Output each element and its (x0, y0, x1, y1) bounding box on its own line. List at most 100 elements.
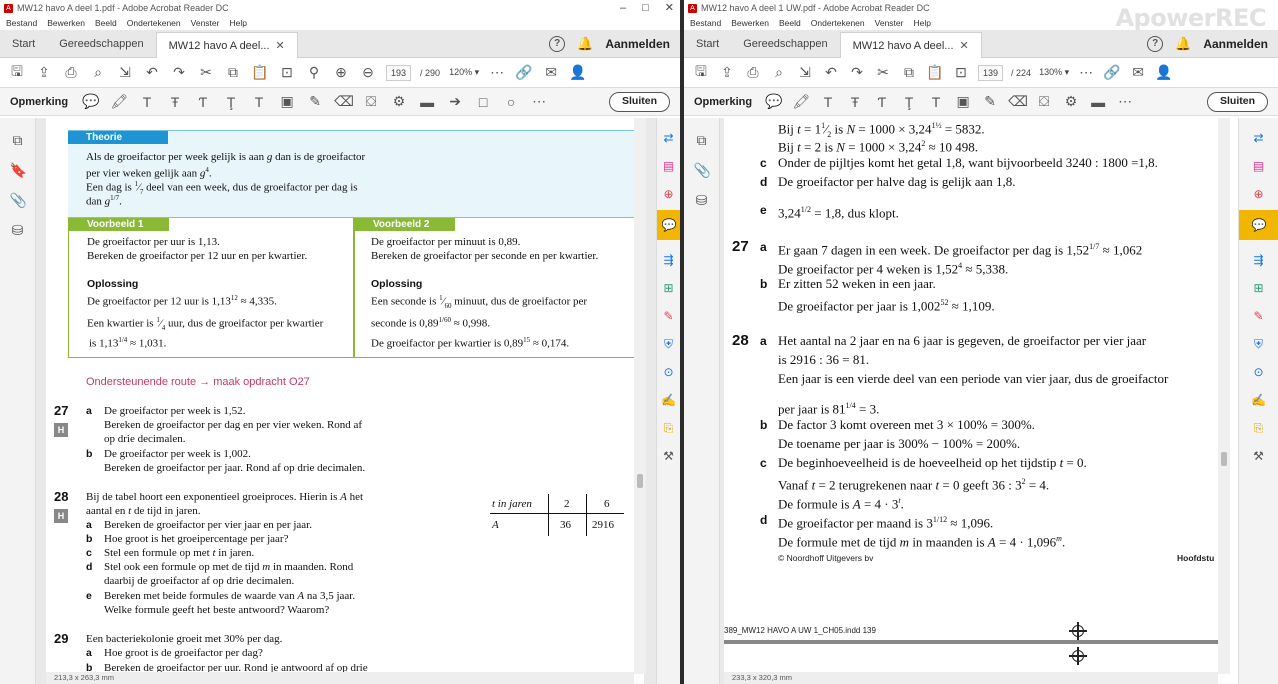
menu-beeld[interactable]: Beeld (95, 18, 117, 28)
line-icon[interactable]: ▬ (1089, 94, 1107, 110)
sticky-note-icon[interactable]: 💬 (82, 93, 100, 110)
attach-icon[interactable]: ⚙ (390, 93, 408, 110)
menu-ondertekenen[interactable]: Ondertekenen (811, 18, 865, 28)
add-text-icon[interactable]: T (250, 94, 268, 110)
right-scroll-thumb[interactable] (1221, 452, 1227, 466)
menu-beeld[interactable]: Beeld (779, 18, 801, 28)
menu-bewerken[interactable]: Bewerken (47, 18, 85, 28)
minimize-icon[interactable]: – (620, 0, 626, 16)
menu-bestand[interactable]: Bestand (690, 18, 721, 28)
arrow-icon[interactable]: ➔ (446, 93, 464, 110)
print-icon[interactable]: ⎙ (62, 64, 80, 81)
close-tab-icon[interactable]: ✕ (960, 40, 969, 52)
create-pdf-icon[interactable]: ⊕ (661, 186, 677, 202)
text-underline-icon[interactable]: T (138, 94, 156, 110)
send-review-icon[interactable]: ⎘ (1251, 420, 1267, 436)
tab-document[interactable]: MW12 havo A deel... ✕ (155, 31, 298, 58)
binoculars-icon[interactable]: ⚲ (305, 64, 323, 81)
more-icon[interactable]: ⋯ (488, 64, 506, 81)
undo-icon[interactable]: ↶ (822, 64, 840, 81)
page-thumbnails-icon[interactable]: ⧉ (10, 132, 26, 148)
save-icon[interactable]: 🖫 (692, 61, 710, 85)
left-vertical-scrollbar[interactable] (634, 118, 646, 674)
search-icon[interactable]: ⌕ (89, 64, 107, 81)
compress-pdf-icon[interactable]: ⊞ (661, 280, 677, 296)
tab-start[interactable]: Start (0, 30, 47, 58)
fill-sign-icon[interactable]: ✍ (661, 392, 677, 408)
scan-icon[interactable]: ⊙ (661, 364, 677, 380)
menu-bestand[interactable]: Bestand (6, 18, 37, 28)
protect-icon[interactable]: ⛨ (1251, 336, 1267, 352)
combine-files-icon[interactable]: ⇶ (661, 252, 677, 268)
close-comment-button[interactable]: Sluiten (608, 92, 670, 112)
tab-tools[interactable]: Gereedschappen (731, 30, 839, 58)
menu-ondertekenen[interactable]: Ondertekenen (127, 18, 181, 28)
edit-pdf-icon[interactable]: ✎ (661, 308, 677, 324)
clipboard-icon[interactable]: 📋 (926, 64, 944, 81)
snapshot-icon[interactable]: ⊡ (952, 64, 970, 81)
insert-text-icon[interactable]: Ţ (900, 94, 918, 110)
rectangle-icon[interactable]: □ (474, 94, 492, 110)
menu-venster[interactable]: Venster (875, 18, 904, 28)
page-thumbnails-icon[interactable]: ⧉ (694, 132, 710, 148)
more-tools-pane-icon[interactable]: ⚒ (661, 448, 677, 464)
page-number-input[interactable]: 139 (978, 64, 1004, 81)
save-icon[interactable]: 🖫 (8, 61, 26, 85)
help-icon[interactable]: ? (549, 35, 566, 52)
comment-tool-icon[interactable]: 💬 (657, 210, 680, 240)
layers-icon[interactable]: ⛁ (10, 222, 26, 238)
upload-icon[interactable]: ⇪ (718, 64, 736, 81)
line-icon[interactable]: ▬ (418, 94, 436, 110)
more-tools-icon[interactable]: ⋯ (530, 93, 548, 110)
comment-tool-icon[interactable]: 💬 (1239, 210, 1278, 240)
export-pdf-icon[interactable]: ⇄ (661, 130, 677, 146)
stamp-icon[interactable]: ⛋ (1035, 93, 1053, 110)
protect-icon[interactable]: ⛨ (661, 336, 677, 352)
export-icon[interactable]: ⇲ (116, 64, 134, 81)
textbox-icon[interactable]: ▣ (278, 93, 296, 110)
cut-icon[interactable]: ✂ (197, 64, 215, 81)
page-number-input[interactable]: 193 (386, 64, 412, 81)
eraser-icon[interactable]: ⌫ (334, 93, 354, 110)
organize-pages-icon[interactable]: ▤ (661, 158, 677, 174)
more-tools-pane-icon[interactable]: ⚒ (1251, 448, 1267, 464)
highlight-icon[interactable]: 🖍 (792, 93, 810, 110)
copy-icon[interactable]: ⧉ (900, 64, 918, 81)
export-pdf-icon[interactable]: ⇄ (1251, 130, 1267, 146)
create-pdf-icon[interactable]: ⊕ (1251, 186, 1267, 202)
bookmark-icon[interactable]: 🔖 (10, 162, 27, 178)
export-icon[interactable]: ⇲ (796, 64, 814, 81)
close-window-icon[interactable]: ✕ (665, 0, 674, 16)
bell-icon[interactable]: 🔔 (577, 36, 593, 52)
text-underline-icon[interactable]: T (819, 94, 837, 110)
tab-document[interactable]: MW12 havo A deel... ✕ (839, 31, 982, 58)
zoom-select[interactable]: 130% ▾ (1039, 67, 1069, 78)
print-icon[interactable]: ⎙ (744, 64, 762, 81)
highlight-icon[interactable]: 🖍 (110, 93, 128, 110)
close-tab-icon[interactable]: ✕ (276, 40, 285, 52)
send-review-icon[interactable]: ⎘ (661, 420, 677, 436)
attach-icon[interactable]: ⚙ (1062, 93, 1080, 110)
stamp-icon[interactable]: ⛋ (362, 93, 380, 110)
signin-link[interactable]: Aanmelden (1203, 37, 1268, 51)
maximize-icon[interactable]: □ (642, 0, 649, 16)
replace-text-icon[interactable]: Ƭ (873, 94, 891, 110)
support-route-link[interactable]: Ondersteunende route → maak opdracht O27 (86, 376, 310, 388)
mail-icon[interactable]: ✉ (1129, 64, 1147, 81)
user-edit-icon[interactable]: 👤 (569, 64, 587, 81)
signin-link[interactable]: Aanmelden (605, 37, 670, 51)
fill-sign-icon[interactable]: ✍ (1251, 392, 1267, 408)
attachment-icon[interactable]: 📎 (10, 192, 27, 208)
scan-icon[interactable]: ⊙ (1251, 364, 1267, 380)
copy-icon[interactable]: ⧉ (224, 64, 242, 81)
attachment-icon[interactable]: 📎 (694, 162, 711, 178)
more-icon[interactable]: ⋯ (1077, 64, 1095, 81)
menu-help[interactable]: Help (229, 18, 246, 28)
edit-pdf-icon[interactable]: ✎ (1251, 308, 1267, 324)
compress-pdf-icon[interactable]: ⊞ (1251, 280, 1267, 296)
page-up-icon[interactable]: ⊕ (332, 64, 350, 81)
left-scroll-thumb[interactable] (637, 474, 643, 488)
user-edit-icon[interactable]: 👤 (1155, 64, 1173, 81)
zoom-select[interactable]: 120% ▾ (449, 67, 479, 78)
pencil-icon[interactable]: ✎ (306, 93, 324, 110)
